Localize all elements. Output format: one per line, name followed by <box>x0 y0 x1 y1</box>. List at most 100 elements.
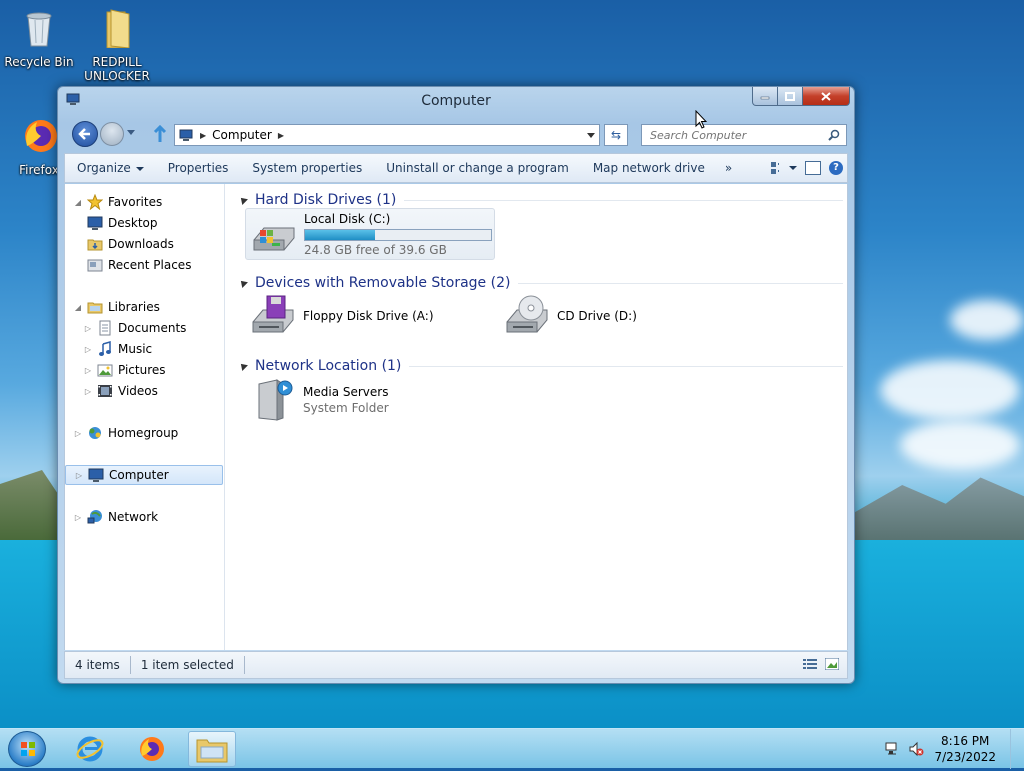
close-button[interactable] <box>803 87 850 106</box>
preview-pane-icon[interactable] <box>805 161 821 175</box>
taskbar-internet-explorer[interactable] <box>66 731 114 767</box>
details-view-icon[interactable] <box>803 658 817 670</box>
nav-label: Network <box>108 510 159 524</box>
media-name: Media Servers <box>303 385 389 399</box>
nav-pictures[interactable]: ▷ Pictures <box>65 360 223 380</box>
nav-desktop[interactable]: Desktop <box>65 213 223 233</box>
chevron-down-icon[interactable] <box>789 166 797 170</box>
selection-count: 1 item selected <box>131 656 245 674</box>
internet-explorer-icon <box>76 736 104 762</box>
nav-label: Videos <box>118 384 158 398</box>
nav-label: Documents <box>118 321 187 335</box>
pictures-icon <box>97 364 113 377</box>
system-tray: 8:16 PM 7/23/2022 <box>884 729 1024 769</box>
window-title: Computer <box>421 93 491 109</box>
nav-homegroup[interactable]: ▷ Homegroup <box>65 423 223 443</box>
network-status-icon[interactable] <box>884 741 900 757</box>
star-icon <box>87 194 103 210</box>
recent-pages-dropdown[interactable] <box>127 130 135 135</box>
clock-date: 7/23/2022 <box>934 750 996 764</box>
start-button[interactable] <box>8 731 46 767</box>
map-network-drive-button[interactable]: Map network drive <box>581 161 717 175</box>
desktop-icon-redpill-unlocker[interactable]: REDPILL UNLOCKER <box>82 8 152 83</box>
breadcrumb-arrow-icon[interactable]: ▶ <box>278 131 284 140</box>
folder-icon <box>106 9 130 49</box>
expand-arrow-icon[interactable]: ▷ <box>83 345 93 354</box>
taskbar-firefox[interactable] <box>127 731 175 767</box>
show-desktop-button[interactable] <box>1010 729 1024 769</box>
search-input[interactable] <box>648 127 818 143</box>
search-icon[interactable] <box>828 129 840 141</box>
refresh-button[interactable]: ⇆ <box>604 124 628 146</box>
taskbar-windows-explorer[interactable] <box>188 731 236 767</box>
more-commands-button[interactable]: » <box>717 161 740 175</box>
desktop-icon-recycle-bin[interactable]: Recycle Bin <box>4 8 74 69</box>
drive-name: Floppy Disk Drive (A:) <box>303 309 434 323</box>
group-header-network-location[interactable]: Network Location (1) <box>235 356 843 376</box>
uninstall-program-button[interactable]: Uninstall or change a program <box>374 161 581 175</box>
videos-icon <box>98 385 112 397</box>
minimize-button[interactable] <box>752 87 778 106</box>
nav-favorites[interactable]: ◢ Favorites <box>65 192 223 212</box>
back-button[interactable] <box>72 121 98 147</box>
recent-places-icon <box>87 259 103 272</box>
large-icons-view-icon[interactable] <box>825 658 839 670</box>
expand-arrow-icon[interactable]: ▷ <box>74 471 84 480</box>
firefox-icon <box>140 737 164 761</box>
nav-downloads[interactable]: Downloads <box>65 234 223 254</box>
expand-arrow-icon[interactable]: ▷ <box>73 513 83 522</box>
status-bar: 4 items 1 item selected <box>64 651 848 679</box>
up-arrow-icon[interactable] <box>152 125 168 143</box>
media-info: Media Servers System Folder <box>303 385 389 415</box>
desktop-icon <box>87 216 103 230</box>
nav-label: Recent Places <box>108 258 192 272</box>
divider <box>409 365 843 367</box>
drive-floppy-a[interactable]: Floppy Disk Drive (A:) <box>245 290 495 342</box>
media-servers[interactable]: Media Servers System Folder <box>245 374 495 426</box>
maximize-button[interactable] <box>778 87 803 106</box>
nav-recent-places[interactable]: Recent Places <box>65 255 223 275</box>
nav-videos[interactable]: ▷ Videos <box>65 381 223 401</box>
homegroup-icon <box>89 427 101 439</box>
collapse-arrow-icon[interactable]: ◢ <box>73 198 83 207</box>
expand-arrow-icon[interactable]: ▷ <box>83 324 93 333</box>
volume-muted-icon[interactable] <box>908 741 924 757</box>
window-controls <box>752 87 850 107</box>
drive-cd-d[interactable]: CD Drive (D:) <box>499 290 699 342</box>
change-view-button[interactable] <box>767 158 797 178</box>
nav-label: Computer <box>109 468 169 482</box>
forward-button[interactable] <box>100 122 124 146</box>
properties-button[interactable]: Properties <box>156 161 241 175</box>
maximize-icon <box>785 91 795 101</box>
title-bar[interactable]: Computer <box>58 87 854 115</box>
nav-music[interactable]: ▷ Music <box>65 339 223 359</box>
organize-button[interactable]: Organize <box>65 161 156 175</box>
drive-local-disk-c[interactable]: Local Disk (C:) 24.8 GB free of 39.6 GB <box>245 208 495 260</box>
collapse-arrow-icon[interactable] <box>238 195 248 205</box>
help-icon[interactable]: ? <box>829 161 843 175</box>
address-dropdown-icon[interactable] <box>587 133 595 138</box>
search-box[interactable] <box>641 124 847 146</box>
collapse-arrow-icon[interactable]: ◢ <box>73 303 83 312</box>
nav-documents[interactable]: ▷ Documents <box>65 318 223 338</box>
desktop-icon-label: Recycle Bin <box>4 55 74 69</box>
nav-libraries[interactable]: ◢ Libraries <box>65 297 223 317</box>
expand-arrow-icon[interactable]: ▷ <box>83 387 93 396</box>
downloads-folder-icon <box>87 239 103 251</box>
nav-computer[interactable]: ▷ Computer <box>65 465 223 485</box>
address-bar[interactable]: ▶ Computer ▶ <box>174 124 600 146</box>
chevron-down-icon <box>135 166 144 171</box>
system-properties-button[interactable]: System properties <box>240 161 374 175</box>
breadcrumb-arrow-icon[interactable]: ▶ <box>200 131 206 140</box>
breadcrumb-computer[interactable]: Computer <box>212 128 272 142</box>
expand-arrow-icon[interactable]: ▷ <box>83 366 93 375</box>
nav-network[interactable]: ▷ Network <box>65 507 223 527</box>
collapse-arrow-icon[interactable] <box>238 278 248 288</box>
collapse-arrow-icon[interactable] <box>238 361 248 371</box>
expand-arrow-icon[interactable]: ▷ <box>73 429 83 438</box>
refresh-icon: ⇆ <box>610 128 622 142</box>
media-type: System Folder <box>303 401 389 415</box>
clock[interactable]: 8:16 PM 7/23/2022 <box>934 733 996 765</box>
libraries-icon <box>87 302 103 314</box>
group-header-hard-disk-drives[interactable]: Hard Disk Drives (1) <box>235 190 843 210</box>
